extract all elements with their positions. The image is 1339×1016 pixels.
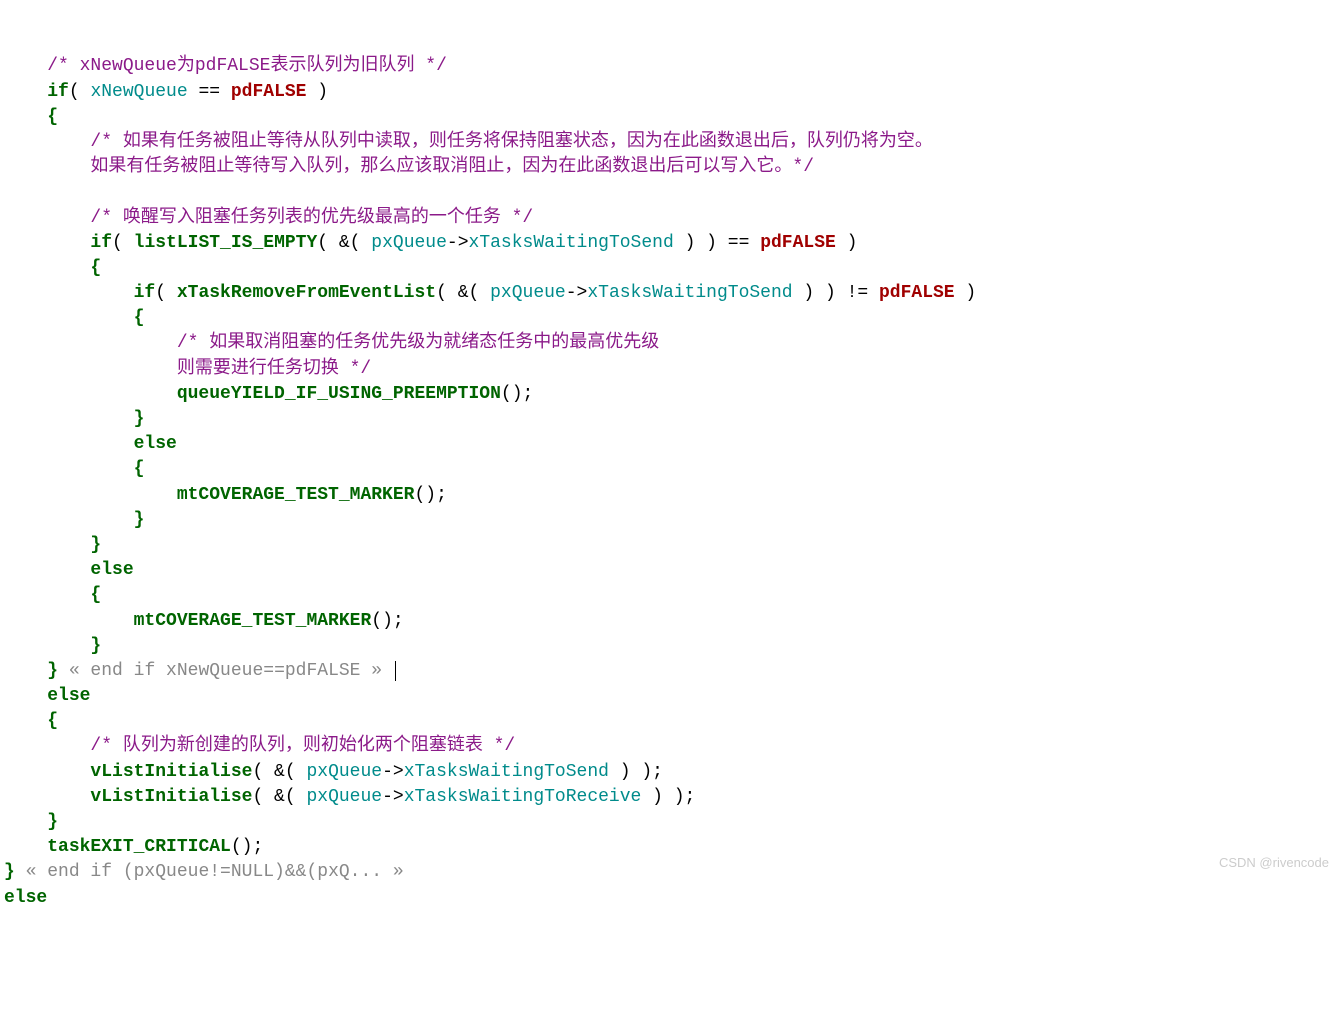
- fold-hint: « end if xNewQueue==pdFALSE »: [58, 661, 393, 681]
- brace: }: [134, 510, 145, 530]
- function-call: mtCOVERAGE_TEST_MARKER: [134, 611, 372, 631]
- function-call: queueYIELD_IF_USING_PREEMPTION: [177, 384, 501, 404]
- comment: /* xNewQueue: [47, 56, 177, 76]
- text-cursor: [395, 661, 396, 681]
- brace: }: [90, 535, 101, 555]
- brace: {: [134, 459, 145, 479]
- brace: {: [47, 711, 58, 731]
- keyword-if: if: [90, 233, 112, 253]
- watermark: CSDN @rivencode: [1219, 854, 1329, 872]
- function-call: mtCOVERAGE_TEST_MARKER: [177, 485, 415, 505]
- brace: }: [134, 409, 145, 429]
- function-call: vListInitialise: [90, 762, 252, 782]
- brace: {: [134, 308, 145, 328]
- function-call: vListInitialise: [90, 787, 252, 807]
- brace: {: [47, 107, 58, 127]
- comment: 则需要进行任务切换 */: [177, 359, 371, 379]
- keyword-if: if: [47, 82, 69, 102]
- keyword-else: else: [134, 434, 177, 454]
- comment: /* 唤醒写入阻塞任务列表的优先级最高的一个任务 */: [90, 208, 533, 228]
- brace: }: [4, 862, 15, 882]
- brace: }: [47, 812, 58, 832]
- function-call: taskEXIT_CRITICAL: [47, 837, 231, 857]
- brace: }: [47, 661, 58, 681]
- keyword-else: else: [47, 686, 90, 706]
- comment: /* 队列为新创建的队列，则初始化两个阻塞链表 */: [90, 736, 515, 756]
- comment: /* 如果有任务被阻止等待从队列中读取，则任务将保持阻塞状态，因为在此函数退出后…: [90, 132, 932, 152]
- brace: {: [90, 585, 101, 605]
- brace: }: [90, 636, 101, 656]
- comment: /* 如果取消阻塞的任务优先级为就绪态任务中的最高优先级: [177, 333, 659, 353]
- comment: 如果有任务被阻止等待写入队列，那么应该取消阻止，因为在此函数退出后可以写入它。*…: [90, 157, 814, 177]
- code-block: /* xNewQueue为pdFALSE表示队列为旧队列 */ if( xNew…: [4, 54, 1335, 910]
- keyword-if: if: [134, 283, 156, 303]
- brace: {: [90, 258, 101, 278]
- keyword-else: else: [90, 560, 133, 580]
- fold-hint: « end if (pxQueue!=NULL)&&(pxQ... »: [15, 862, 404, 882]
- keyword-else: else: [4, 888, 47, 908]
